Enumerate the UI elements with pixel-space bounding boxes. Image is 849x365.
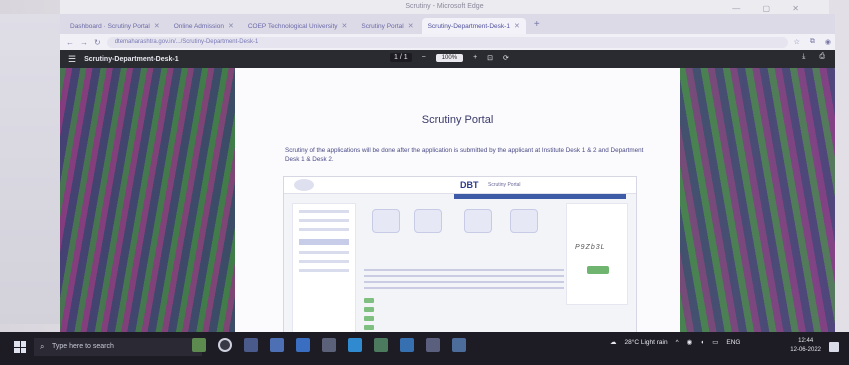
clock-date: 12-06-2022 [790,347,821,353]
word-icon[interactable] [400,338,414,352]
new-tab-button[interactable]: + [528,19,546,30]
close-icon[interactable]: ✕ [154,22,160,30]
favorites-icon[interactable]: ☆ [794,38,800,46]
tab-coep[interactable]: COEP Technological University ✕ [242,18,354,34]
weather-icon[interactable]: ☁ [610,338,617,346]
app-icon[interactable] [322,338,336,352]
print-icon[interactable]: ⎙ [819,53,825,61]
emblem-icon [294,179,314,191]
tab-label: COEP Technological University [247,22,338,30]
close-icon[interactable]: ✕ [228,22,234,30]
clock[interactable]: 12:44 12-06-2022 [790,337,821,355]
rotate-icon[interactable]: ⟳ [503,54,509,62]
pdf-controls: 1 / 1 − 100% + ⊡ ⟳ [390,53,509,62]
forward-icon[interactable]: → [80,38,88,47]
app-icon[interactable] [426,338,440,352]
tab-scrutiny-portal[interactable]: Scrutiny Portal ✕ [355,18,419,34]
refresh-icon[interactable]: ↻ [94,38,101,47]
search-placeholder: Type here to search [52,343,114,350]
zoom-level[interactable]: 100% [435,53,464,62]
moire-band-left [60,68,235,332]
address-bar-row: ← → ↻ dtemaharashtra.gov.in/.../Scrutiny… [60,34,835,50]
extensions-icon[interactable]: ⧉ [810,38,815,46]
back-icon[interactable]: ← [66,38,74,47]
tab-online-admission[interactable]: Online Admission ✕ [168,18,240,34]
page-indicator[interactable]: 1 / 1 [390,53,412,62]
pdf-toolbar: ☰ Scrutiny-Department-Desk-1 1 / 1 − 100… [60,50,835,68]
language-indicator[interactable]: ENG [726,339,740,346]
app-icon[interactable] [452,338,466,352]
cortana-icon[interactable] [218,338,232,352]
start-button[interactable] [14,341,26,353]
close-icon[interactable]: ✕ [514,22,520,30]
tab-label: Dashboard · Scrutiny Portal [70,22,150,30]
login-button [587,266,609,274]
portal-login-panel: P9Zb3L [566,203,628,305]
weather-text[interactable]: 28°C Light rain [625,339,668,346]
mail-icon[interactable] [296,338,310,352]
tab-label: Scrutiny-Department-Desk-1 [427,22,510,30]
search-icon: ⌕ [40,342,45,351]
taskbar-apps [192,338,466,352]
tab-scrutiny-desk[interactable]: Scrutiny-Department-Desk-1 ✕ [421,18,526,34]
captcha-text: P9Zb3L [575,244,606,251]
portal-main [364,203,564,331]
step-application-icon [372,209,400,233]
volume-icon[interactable]: ◖ [700,339,704,346]
edge-icon[interactable] [348,338,362,352]
step-documents-icon [510,209,538,233]
page-title: Scrutiny Portal [421,114,494,126]
task-view-icon[interactable] [244,338,258,352]
step-verification-icon [464,209,492,233]
battery-icon[interactable]: ▭ [712,338,718,346]
tab-label: Scrutiny Portal [361,22,404,30]
menu-icon[interactable]: ☰ [68,54,76,65]
window-title-bar: Scrutiny - Microsoft Edge — ▢ ✕ [60,0,829,14]
pdf-viewer: ☰ Scrutiny-Department-Desk-1 1 / 1 − 100… [60,50,835,332]
url-field[interactable]: dtemaharashtra.gov.in/.../Scrutiny-Depar… [106,36,788,48]
page-body-text: Scrutiny of the applications will be don… [285,147,644,163]
portal-subtitle: Scrutiny Portal [488,182,521,188]
portal-links [364,298,374,330]
download-icon[interactable]: ⤓ [802,53,805,61]
fit-page-icon[interactable]: ⊡ [487,54,493,62]
system-tray: ☁ 28°C Light rain ^ ◉ ◖ ▭ ENG [610,338,741,347]
tab-label: Online Admission [173,22,224,30]
zoom-in-icon[interactable]: + [473,54,477,61]
profile-icon[interactable]: ◉ [825,38,831,46]
widget-icon[interactable] [192,338,206,352]
portal-logo: DBT [460,180,479,190]
pdf-page: Scrutiny Portal Scrutiny of the applicat… [235,68,680,332]
close-icon[interactable]: ✕ [408,22,414,30]
portal-header: DBT Scrutiny Portal [284,177,636,194]
tab-dashboard[interactable]: Dashboard · Scrutiny Portal ✕ [64,18,166,34]
pdf-document-name: Scrutiny-Department-Desk-1 [84,55,179,63]
desktop-left-strip [0,14,60,324]
clock-time: 12:44 [798,338,814,344]
tray-chevron-icon[interactable]: ^ [676,339,679,346]
file-explorer-icon[interactable] [270,338,284,352]
network-icon[interactable]: ◉ [687,338,693,346]
pdf-actions: ⤓ ⎙ [802,53,825,61]
browser-tab-bar: Dashboard · Scrutiny Portal ✕ Online Admi… [60,14,835,34]
step-scrutiny-icon [414,209,442,233]
windows-taskbar: ⌕ Type here to search ☁ 28°C Light rain … [0,332,849,365]
portal-description [364,265,564,289]
portal-banner [454,194,626,199]
app-icon[interactable] [374,338,388,352]
embedded-portal-screenshot: DBT Scrutiny Portal P9Zb3L [283,176,637,332]
close-icon[interactable]: ✕ [342,22,348,30]
window-title: Scrutiny - Microsoft Edge [405,3,484,10]
moire-band-right [680,68,835,332]
taskbar-search-input[interactable]: ⌕ Type here to search [34,338,202,356]
zoom-out-icon[interactable]: − [422,54,426,61]
notification-icon[interactable] [829,342,839,352]
portal-sidebar [292,203,356,332]
